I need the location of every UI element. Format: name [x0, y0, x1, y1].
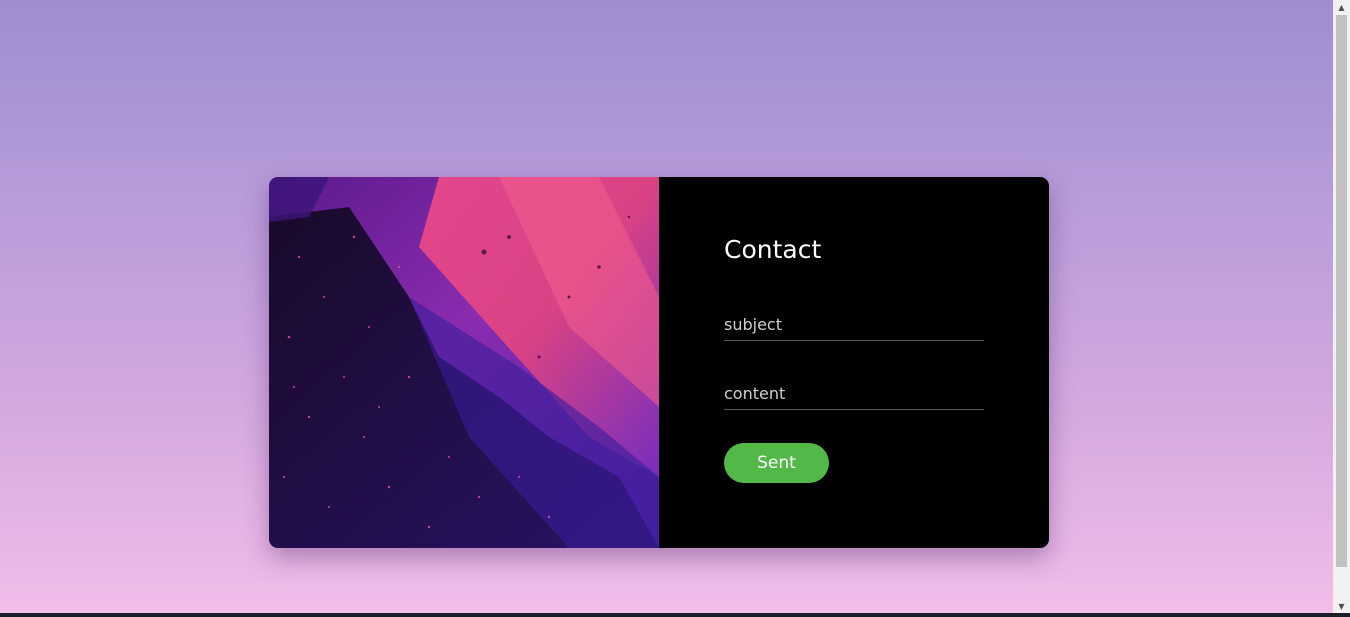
form-title: Contact — [724, 235, 822, 264]
scroll-down-arrow-icon[interactable]: ▼ — [1333, 599, 1350, 613]
scroll-up-arrow-icon[interactable]: ▲ — [1333, 0, 1350, 14]
decorative-image — [269, 177, 659, 548]
subject-input[interactable] — [724, 309, 984, 341]
bottom-edge — [0, 613, 1350, 617]
vertical-scrollbar[interactable]: ▲ ▼ — [1333, 0, 1350, 613]
contact-form: Contact Sent — [659, 177, 1049, 548]
contact-card: Contact Sent — [269, 177, 1049, 548]
scrollbar-thumb[interactable] — [1336, 15, 1347, 567]
page-background: Contact Sent — [0, 0, 1333, 613]
send-button[interactable]: Sent — [724, 443, 829, 483]
content-input[interactable] — [724, 378, 984, 410]
